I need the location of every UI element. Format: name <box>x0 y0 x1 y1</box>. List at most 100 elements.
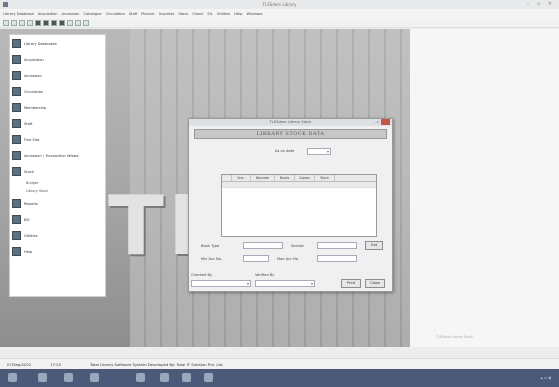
close-button[interactable]: Close <box>365 279 385 288</box>
previous-record-icon[interactable] <box>43 19 49 26</box>
book-type-input[interactable] <box>243 242 283 249</box>
nav-item-stock[interactable]: Stock <box>12 167 34 176</box>
window-controls[interactable]: – ▫ ✕ <box>527 1 555 7</box>
settings-icon[interactable] <box>160 373 169 382</box>
min-acc-no-input[interactable] <box>243 255 269 262</box>
media-icon[interactable] <box>136 373 145 382</box>
transaction-icon <box>12 151 21 160</box>
status-time: 17:25 <box>50 362 61 367</box>
last-record-icon[interactable] <box>59 19 65 26</box>
verified-by-label: Verified By <box>255 273 275 277</box>
stock-table-header: Sno. Barcode Books Copies Stock <box>222 175 376 182</box>
nav-item-library-databases[interactable]: Library Databases <box>12 39 57 48</box>
checked-by-label: Checked By <box>191 273 213 277</box>
max-acc-no-input[interactable] <box>317 255 357 262</box>
menu-item-stock[interactable]: Stock <box>178 12 188 16</box>
menu-item-accession[interactable]: Accession <box>62 12 80 16</box>
browser-icon[interactable] <box>64 373 73 382</box>
min-acc-no-label: Min Acc No. <box>201 257 222 261</box>
next-record-icon[interactable] <box>51 19 57 26</box>
nav-item-circulation[interactable]: Circulation <box>12 87 43 96</box>
checked-by-select[interactable] <box>191 280 251 287</box>
start-icon[interactable] <box>8 373 17 382</box>
file-explorer-icon[interactable] <box>38 373 47 382</box>
menu-item-check[interactable]: Check <box>192 12 203 16</box>
status-bar: 07/Sep/2022 17:25 Total Library Software… <box>0 358 559 369</box>
stock-icon <box>12 167 21 176</box>
nav-item-membership[interactable]: Membership <box>12 103 46 112</box>
find-icon[interactable] <box>67 19 73 26</box>
save-icon[interactable] <box>19 19 25 26</box>
menu-item-acquisition[interactable]: Acquisition <box>38 12 58 16</box>
nav-item-transaction-views[interactable]: Accession / Transaction Wiews <box>12 151 78 160</box>
column-header-books: Books <box>275 175 295 181</box>
nav-item-acquisition[interactable]: Acquisition <box>12 55 44 64</box>
toolbar <box>0 18 559 28</box>
dialog-title-bar[interactable]: TLSSdem Library Stock – ▫ <box>189 119 392 126</box>
menu-item-staff[interactable]: Staff <box>129 12 137 16</box>
table-row[interactable] <box>222 182 376 188</box>
get-button[interactable]: Get <box>365 241 383 250</box>
section-input[interactable] <box>317 242 357 249</box>
open-icon[interactable] <box>11 19 17 26</box>
membership-icon <box>12 103 21 112</box>
nav-item-accession[interactable]: Accession <box>12 71 42 80</box>
system-tray[interactable]: ▴ ▭ ◖ <box>541 375 551 380</box>
verified-by-select[interactable] <box>255 280 315 287</box>
book-type-label: Book Type <box>201 244 220 248</box>
print-button[interactable]: Print <box>341 279 361 288</box>
menu-bar: Library Database Acquisition Accession C… <box>0 9 559 18</box>
menu-item-library-database[interactable]: Library Database <box>3 12 34 16</box>
column-header-stock: Stock <box>315 175 335 181</box>
acquisition-icon <box>12 55 21 64</box>
staff-icon <box>12 119 21 128</box>
nav-item-bill[interactable]: Bill <box>12 215 29 224</box>
dialog-title: TLSSdem Library Stock <box>269 120 312 124</box>
nav-item-fine-slot[interactable]: Fine Slot <box>12 135 39 144</box>
help-icon <box>12 247 21 256</box>
menu-item-windows[interactable]: Windows <box>246 12 262 16</box>
menu-item-sil[interactable]: SIL <box>207 12 212 16</box>
bill-icon <box>12 215 21 224</box>
menu-item-help[interactable]: Help <box>234 12 242 16</box>
dialog-close-icon[interactable] <box>381 119 390 125</box>
menu-item-inquiries[interactable]: Inquiries <box>159 12 174 16</box>
column-header-sno: Sno. <box>232 175 251 181</box>
as-on-date-label: As on date <box>275 149 295 153</box>
menu-item-catalogue[interactable]: Catalogue <box>83 12 101 16</box>
circulation-icon <box>12 87 21 96</box>
accession-icon <box>12 71 21 80</box>
section-label: Section <box>291 244 305 248</box>
as-on-date-picker[interactable] <box>307 148 331 155</box>
stock-table[interactable]: Sno. Barcode Books Copies Stock <box>221 174 377 237</box>
nav-subitem-budget[interactable]: Budget <box>26 181 38 185</box>
menu-item-circulation[interactable]: Circulation <box>106 12 125 16</box>
reports-icon <box>12 199 21 208</box>
status-date: 07/Sep/2022 <box>7 362 32 367</box>
word-icon[interactable] <box>204 373 213 382</box>
nav-item-reports[interactable]: Reports <box>12 199 38 208</box>
menu-item-utilities[interactable]: Utilities <box>217 12 231 16</box>
nav-item-help[interactable]: Help <box>12 247 32 256</box>
tlss-app-icon[interactable] <box>182 373 191 382</box>
print-icon[interactable] <box>75 19 81 26</box>
database-icon <box>12 39 21 48</box>
fine-icon <box>12 135 21 144</box>
table-header-blank <box>222 175 232 181</box>
column-header-barcode: Barcode <box>251 175 275 181</box>
max-acc-no-label: Max Acc No <box>277 257 298 261</box>
dialog-minimize-icon[interactable]: – ▫ <box>374 120 379 124</box>
nav-subitem-library-stock[interactable]: Library Stock <box>26 189 48 193</box>
cut-icon[interactable] <box>27 19 33 26</box>
new-icon[interactable] <box>3 19 9 26</box>
right-blank-area <box>410 29 559 347</box>
navigation-panel: Library Databases Acquisition Accession … <box>9 34 106 297</box>
taskbar: ▴ ▭ ◖ <box>0 369 559 387</box>
app-window-icon[interactable] <box>90 373 99 382</box>
nav-item-utilities[interactable]: Utilities <box>12 231 38 240</box>
right-caption: TLSSdem Library Stock <box>436 335 473 339</box>
help-icon[interactable] <box>83 19 89 26</box>
first-record-icon[interactable] <box>35 19 41 26</box>
menu-item-planner[interactable]: Planner <box>141 12 155 16</box>
nav-item-staff[interactable]: Staff <box>12 119 32 128</box>
